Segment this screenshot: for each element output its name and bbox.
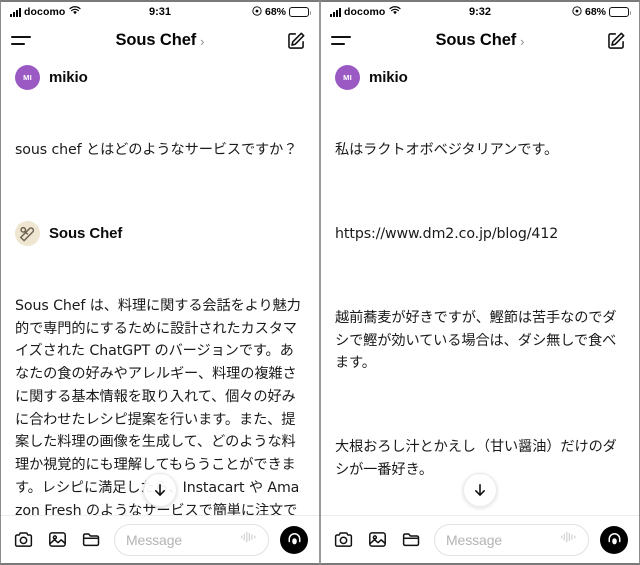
chat-message-list[interactable]: MI mikio 私はラクトオボベジタリアンです。 https://www.dm… xyxy=(321,59,639,515)
waveform-icon[interactable] xyxy=(240,530,257,549)
hamburger-menu-icon[interactable] xyxy=(11,29,37,53)
phone-screen-right: docomo 9:32 68% ⚡ Sous Chef › MI mikio 私… xyxy=(320,0,640,565)
voice-mode-icon[interactable] xyxy=(600,525,628,554)
message-body: sous chef とはどのようなサービスですか？ xyxy=(15,142,298,159)
battery-percent-label: 68% xyxy=(584,6,606,18)
camera-icon[interactable] xyxy=(332,528,355,551)
page-title: Sous Chef xyxy=(435,31,517,49)
carrier-label: docomo xyxy=(344,6,386,18)
cellular-signal-icon xyxy=(10,7,21,17)
carrier-label: docomo xyxy=(24,6,66,18)
message-sender: mikio xyxy=(369,69,408,86)
camera-icon[interactable] xyxy=(12,528,35,551)
orientation-lock-icon xyxy=(572,6,582,18)
message-input-placeholder: Message xyxy=(446,531,503,548)
message-input[interactable]: Message xyxy=(114,523,269,556)
wifi-icon xyxy=(69,6,82,18)
message-composer: Message xyxy=(1,515,319,563)
chat-message: MI mikio sous chef とはどのようなサービスですか？ xyxy=(1,65,319,208)
chat-message: Sous Chef Sous Chef は、料理に関する会話をより魅力的で専門的… xyxy=(1,220,319,515)
battery-icon: ⚡ xyxy=(289,7,311,17)
conversation-title-button[interactable]: Sous Chef › xyxy=(435,31,524,50)
avatar: MI xyxy=(15,65,40,90)
status-bar-left: docomo xyxy=(10,6,82,18)
message-header: MI mikio xyxy=(335,65,625,90)
battery-percent-label: 68% xyxy=(264,6,286,18)
phone-screen-left: docomo 9:31 68% ⚡ Sous Chef › MI mikio s… xyxy=(0,0,320,565)
navigation-bar: Sous Chef › xyxy=(321,22,639,59)
message-sender: mikio xyxy=(49,69,88,86)
status-bar: docomo 9:31 68% ⚡ xyxy=(1,2,319,22)
charging-bolt-icon: ⚡ xyxy=(616,7,622,16)
chevron-right-icon: › xyxy=(200,33,205,49)
status-bar: docomo 9:32 68% ⚡ xyxy=(321,2,639,22)
orientation-lock-icon xyxy=(252,6,262,18)
message-sender: Sous Chef xyxy=(49,224,123,242)
message-header: MI mikio xyxy=(15,65,305,90)
message-link: https://www.dm2.co.jp/blog/412 xyxy=(335,226,559,243)
avatar xyxy=(15,220,40,246)
chevron-right-icon: › xyxy=(520,33,525,49)
hamburger-menu-icon[interactable] xyxy=(331,29,357,53)
dual-screenshot-container: docomo 9:31 68% ⚡ Sous Chef › MI mikio s… xyxy=(0,0,640,565)
conversation-title-button[interactable]: Sous Chef › xyxy=(115,31,204,50)
photo-icon[interactable] xyxy=(366,528,389,551)
charging-bolt-icon: ⚡ xyxy=(296,7,302,16)
avatar: MI xyxy=(335,65,360,90)
message-input-placeholder: Message xyxy=(126,531,183,548)
chat-message: MI mikio 私はラクトオボベジタリアンです。 https://www.dm… xyxy=(321,65,639,515)
wifi-icon xyxy=(389,6,402,18)
status-bar-right: 68% ⚡ xyxy=(252,6,311,18)
message-header: Sous Chef xyxy=(15,220,305,246)
status-bar-clock: 9:31 xyxy=(148,6,172,18)
status-bar-left: docomo xyxy=(330,6,402,18)
cellular-signal-icon xyxy=(330,7,341,17)
compose-icon[interactable] xyxy=(603,28,629,54)
folder-icon[interactable] xyxy=(80,528,103,551)
scroll-to-bottom-button[interactable] xyxy=(463,473,497,507)
navigation-bar: Sous Chef › xyxy=(1,22,319,59)
voice-mode-icon[interactable] xyxy=(280,525,308,554)
status-bar-right: 68% ⚡ xyxy=(572,6,631,18)
status-bar-clock: 9:32 xyxy=(468,6,492,18)
folder-icon[interactable] xyxy=(400,528,423,551)
message-body: 私はラクトオボベジタリアンです。 https://www.dm2.co.jp/b… xyxy=(335,94,625,515)
chat-message-list[interactable]: MI mikio sous chef とはどのようなサービスですか？ Sous … xyxy=(1,59,319,515)
scroll-to-bottom-button[interactable] xyxy=(143,473,177,507)
message-composer: Message xyxy=(321,515,639,563)
waveform-icon[interactable] xyxy=(560,530,577,549)
message-input[interactable]: Message xyxy=(434,523,589,556)
battery-icon: ⚡ xyxy=(609,7,631,17)
photo-icon[interactable] xyxy=(46,528,69,551)
page-title: Sous Chef xyxy=(115,31,197,49)
compose-icon[interactable] xyxy=(283,28,309,54)
